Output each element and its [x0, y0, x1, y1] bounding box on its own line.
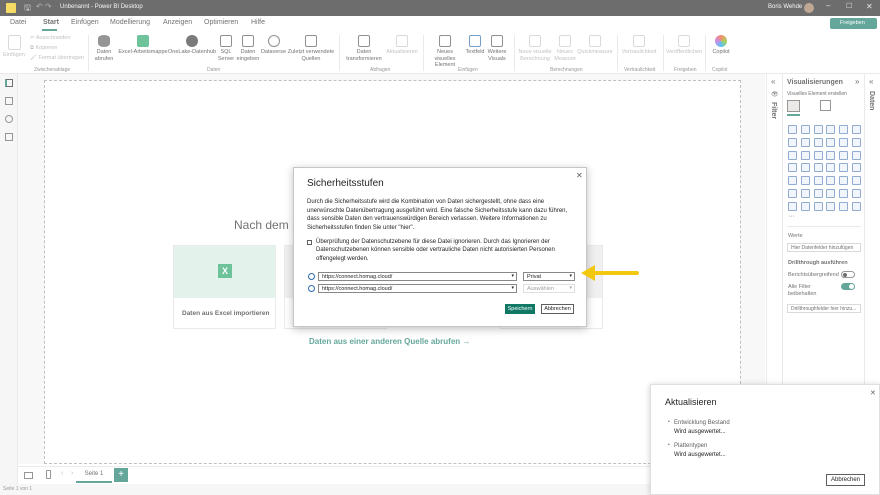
dialog-close-icon[interactable]: ✕ [576, 171, 583, 180]
source-url-1: https://connect.homag.cloud/ ▾ [318, 272, 517, 281]
source-url-2-text: https://connect.homag.cloud/ [322, 286, 393, 292]
globe-icon [308, 285, 315, 292]
dialog-description: Durch die Sicherheitsstufe wird die Komb… [307, 199, 568, 231]
cancel-label: Abbrechen [544, 306, 571, 312]
highlight-arrow-icon [581, 265, 639, 281]
chevron-down-icon[interactable]: ▾ [511, 285, 514, 291]
privacy-level-2-value: Auswählen [527, 286, 554, 292]
refresh-notification: ✕ Aktualisieren • Entwicklung Bestand Wi… [650, 384, 880, 495]
notification-title: Aktualisieren [665, 397, 717, 407]
privacy-level-select-2[interactable]: Auswählen ▾ [523, 284, 575, 293]
query-name-2: Plattentypen [674, 443, 708, 449]
query-status-1: Wird ausgewertet... [674, 429, 726, 435]
chevron-down-icon: ▾ [569, 285, 572, 291]
cancel-button[interactable]: Abbrechen [541, 304, 574, 314]
ignore-privacy-checkbox[interactable] [307, 240, 312, 245]
privacy-level-1-value: Privat [527, 274, 542, 280]
globe-icon [308, 273, 315, 280]
notification-close-icon[interactable]: ✕ [870, 389, 876, 397]
ignore-privacy-label: Überprüfung der Datenschutzebene für die… [316, 239, 555, 262]
dialog-title: Sicherheitsstufen [307, 178, 384, 189]
bullet-icon: • [668, 419, 670, 425]
bullet-icon: • [668, 442, 670, 448]
save-label: Speichern [507, 306, 533, 312]
query-name-1: Entwicklung Bestand [674, 420, 730, 426]
source-url-1-text: https://connect.homag.cloud/ [322, 274, 393, 280]
source-url-2: https://connect.homag.cloud/ ▾ [318, 284, 517, 293]
chevron-down-icon[interactable]: ▾ [511, 273, 514, 279]
query-status-2: Wird ausgewertet... [674, 452, 726, 458]
notification-cancel-label: Abbrechen [830, 477, 861, 483]
privacy-levels-dialog: ✕ Sicherheitsstufen Durch die Sicherheit… [293, 167, 587, 327]
save-button[interactable]: Speichern [505, 304, 535, 314]
privacy-level-select-1[interactable]: Privat ▾ [523, 272, 575, 281]
notification-cancel-button[interactable]: Abbrechen [826, 474, 865, 486]
chevron-down-icon: ▾ [569, 273, 572, 279]
